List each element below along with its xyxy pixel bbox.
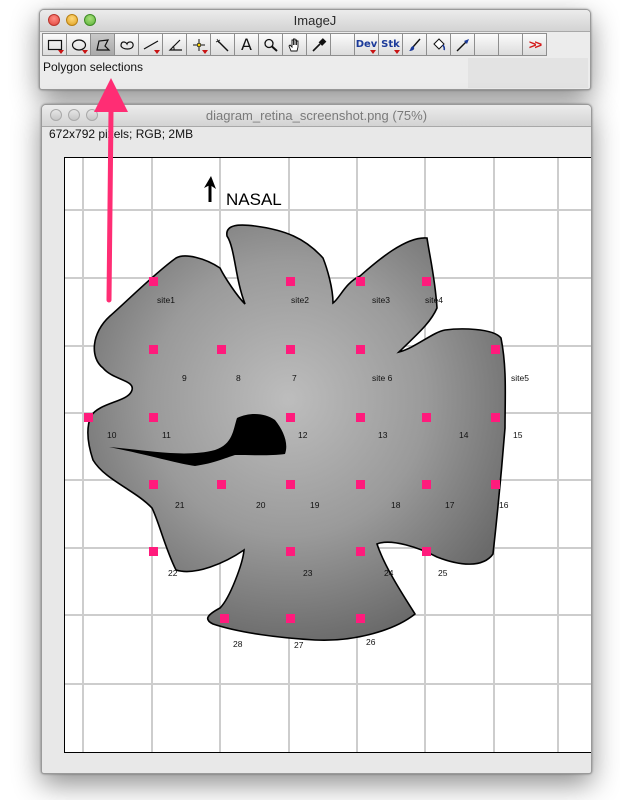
area-label: 24 [384,568,394,578]
close-button[interactable] [48,14,60,26]
area-label: 17 [445,500,455,510]
minimize-button[interactable] [66,14,78,26]
image-canvas[interactable]: NASAL site1 site2 site3 site4 site5 site… [64,157,591,753]
window-title: ImageJ [293,13,337,28]
freehand-tool-icon [119,40,134,50]
status-text: Polygon selections [43,60,144,74]
wand-tool-icon [215,38,228,51]
magnifier-tool-icon [263,38,278,52]
toolbar: A Dev Stk >> [42,33,547,57]
site-label: site 6 [372,373,393,383]
magnifier-tool-button[interactable] [258,33,283,56]
area-label: 15 [513,430,523,440]
area-label: 28 [233,639,243,649]
point-tool-button[interactable] [186,33,211,56]
empty-tool-slot [330,33,355,56]
polygon-tool-icon [95,38,110,51]
flood-fill-tool-icon [432,37,445,50]
area-label: 11 [162,430,171,440]
site-label: site1 [157,295,175,305]
image-info: 672x792 pixels; RGB; 2MB [49,127,194,141]
status-background [468,58,588,88]
site-label: site4 [425,295,443,305]
area-label: 20 [256,500,266,510]
area-label: 14 [459,430,469,440]
area-label: 23 [303,568,313,578]
polygon-tool-button[interactable] [90,33,115,56]
imagej-window: ImageJ A Dev Stk >> Polygon selections [39,9,591,90]
angle-tool-icon [168,39,182,51]
text-tool-icon: A [241,35,252,54]
more-tools-icon: >> [528,37,542,52]
area-label: 8 [236,373,241,383]
arrow-tool-button[interactable] [450,33,475,56]
site-label: site2 [291,295,309,305]
empty-tool-slot [498,33,523,56]
imagej-titlebar[interactable]: ImageJ [40,10,590,32]
area-label: 7 [292,373,297,383]
empty-tool-slot [474,33,499,56]
rectangle-tool-button[interactable] [42,33,67,56]
area-label: 26 [366,637,376,647]
nasal-arrow [204,176,216,202]
nasal-label: NASAL [226,190,282,209]
area-label: 27 [294,640,304,650]
more-tools-button[interactable]: >> [522,33,547,56]
area-label: 13 [378,430,388,440]
area-label: 12 [298,430,308,440]
close-button[interactable] [50,109,62,121]
site-label: site5 [511,373,529,383]
text-tool-button[interactable]: A [234,33,259,56]
developer-menu-icon: Dev [355,39,378,50]
retina-diagram: NASAL site1 site2 site3 site4 site5 site… [65,158,591,752]
hand-tool-button[interactable] [282,33,307,56]
zoom-button[interactable] [86,109,98,121]
color-picker-tool-button[interactable] [306,33,331,56]
area-label: 16 [499,500,509,510]
arrow-tool-icon [456,38,469,51]
line-tool-button[interactable] [138,33,163,56]
brush-tool-icon [408,38,421,51]
window-title: diagram_retina_screenshot.png (75%) [205,108,428,123]
freehand-tool-button[interactable] [114,33,139,56]
oval-tool-button[interactable] [66,33,91,56]
area-label: 9 [182,373,187,383]
area-label: 22 [168,568,178,578]
image-window: diagram_retina_screenshot.png (75%) 672x… [41,104,592,774]
zoom-button[interactable] [84,14,96,26]
developer-menu-button[interactable]: Dev [354,33,379,56]
area-label: 21 [175,500,185,510]
hand-tool-icon [287,38,298,51]
color-picker-tool-icon [311,37,326,52]
wand-tool-button[interactable] [210,33,235,56]
angle-tool-button[interactable] [162,33,187,56]
flood-fill-tool-button[interactable] [426,33,451,56]
area-label: 18 [391,500,401,510]
stack-menu-icon: Stk [381,39,400,50]
area-label: 25 [438,568,448,578]
area-label: 10 [107,430,117,440]
brush-tool-button[interactable] [402,33,427,56]
image-titlebar[interactable]: diagram_retina_screenshot.png (75%) [42,105,591,127]
stack-menu-button[interactable]: Stk [378,33,403,56]
minimize-button[interactable] [68,109,80,121]
area-label: 19 [310,500,320,510]
site-label: site3 [372,295,390,305]
